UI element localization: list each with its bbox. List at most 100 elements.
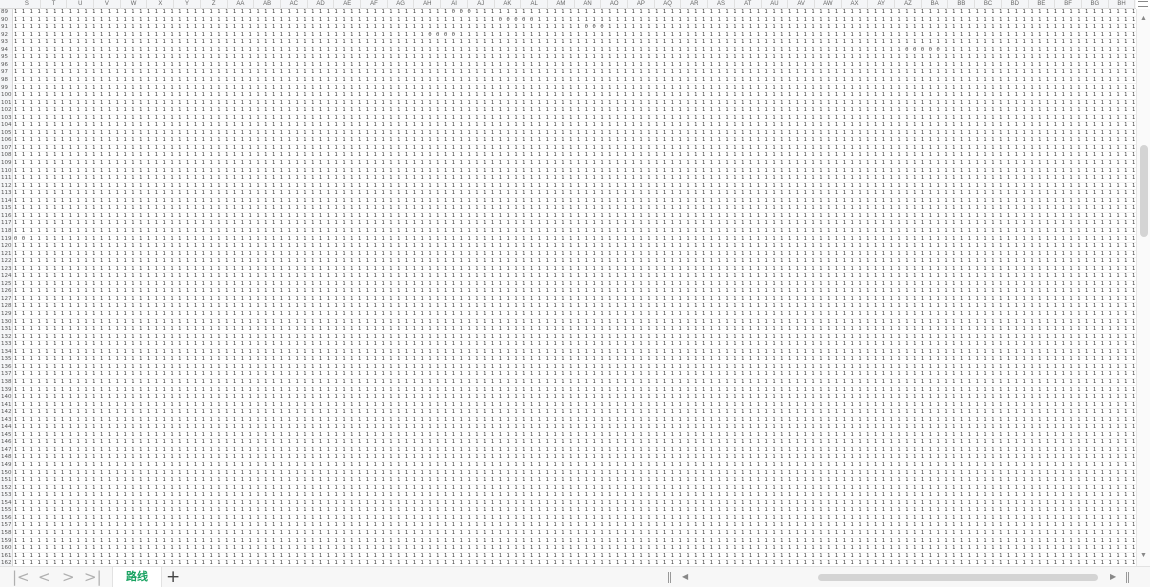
row-header[interactable]: 113 [0,190,13,198]
row-header[interactable]: 98 [0,77,13,85]
menu-icon[interactable] [1138,1,1148,7]
table-row[interactable]: 1 1 1 1 1 1 1 1 1 1 1 1 1 1 1 1 1 1 1 1 … [14,258,1136,266]
row-header[interactable]: 157 [0,522,13,530]
column-header[interactable]: AD [308,0,335,9]
table-row[interactable]: 1 1 1 1 1 1 1 1 1 1 1 1 1 1 1 1 1 1 1 1 … [14,266,1136,274]
vertical-scrollbar[interactable]: ▲ ▼ [1136,9,1150,566]
column-header[interactable]: AC [281,0,308,9]
table-row[interactable]: 1 1 1 1 1 1 1 1 1 1 1 1 1 1 1 1 1 1 1 1 … [14,462,1136,470]
row-header[interactable]: 116 [0,213,13,221]
row-header[interactable]: 161 [0,553,13,561]
column-header[interactable]: BC [975,0,1002,9]
table-row[interactable]: 0 0 1 1 1 1 1 1 1 1 1 1 1 1 1 1 1 1 1 1 … [14,236,1136,244]
table-row[interactable]: 1 1 1 1 1 1 1 1 1 1 1 1 1 1 1 1 1 1 1 1 … [14,402,1136,410]
table-row[interactable]: 1 1 1 1 1 1 1 1 1 1 1 1 1 1 1 1 1 1 1 1 … [14,470,1136,478]
table-row[interactable]: 1 1 1 1 1 1 1 1 1 1 1 1 1 1 1 1 1 1 1 1 … [14,349,1136,357]
table-row[interactable]: 1 1 1 1 1 1 1 1 1 1 1 1 1 1 1 1 1 1 1 1 … [14,47,1136,55]
row-header[interactable]: 143 [0,417,13,425]
row-header[interactable]: 94 [0,47,13,55]
row-header[interactable]: 154 [0,500,13,508]
row-header[interactable]: 138 [0,379,13,387]
table-row[interactable]: 1 1 1 1 1 1 1 1 1 1 1 1 1 1 1 1 1 1 1 1 … [14,334,1136,342]
column-header[interactable]: AO [601,0,629,9]
table-row[interactable]: 1 1 1 1 1 1 1 1 1 1 1 1 1 1 1 1 1 1 1 1 … [14,432,1136,440]
table-row[interactable]: 1 1 1 1 1 1 1 1 1 1 1 1 1 1 1 1 1 1 1 1 … [14,424,1136,432]
column-header[interactable]: Z [201,0,228,9]
column-header[interactable]: AF [361,0,388,9]
row-header[interactable]: 140 [0,394,13,402]
table-row[interactable]: 1 1 1 1 1 1 1 1 1 1 1 1 1 1 1 1 1 1 1 1 … [14,175,1136,183]
row-header[interactable]: 131 [0,326,13,334]
table-row[interactable]: 1 1 1 1 1 1 1 1 1 1 1 1 1 1 1 1 1 1 1 1 … [14,273,1136,281]
column-header[interactable]: BD [1002,0,1029,9]
vertical-scroll-thumb[interactable] [1140,145,1148,237]
row-header[interactable]: 160 [0,545,13,553]
table-row[interactable]: 1 1 1 1 1 1 1 1 1 1 1 1 1 1 1 1 1 1 1 1 … [14,32,1136,40]
row-header[interactable]: 141 [0,402,13,410]
row-header[interactable]: 152 [0,485,13,493]
table-row[interactable]: 1 1 1 1 1 1 1 1 1 1 1 1 1 1 1 1 1 1 1 1 … [14,220,1136,228]
row-header[interactable]: 124 [0,273,13,281]
table-row[interactable]: 1 1 1 1 1 1 1 1 1 1 1 1 1 1 1 1 1 1 1 1 … [14,553,1136,561]
table-row[interactable]: 1 1 1 1 1 1 1 1 1 1 1 1 1 1 1 1 1 1 1 1 … [14,92,1136,100]
scroll-up-icon[interactable]: ▲ [1140,15,1147,22]
scroll-right-icon[interactable]: ▶ [1110,571,1116,583]
table-row[interactable]: 1 1 1 1 1 1 1 1 1 1 1 1 1 1 1 1 1 1 1 1 … [14,130,1136,138]
row-header[interactable]: 158 [0,530,13,538]
column-header[interactable]: T [41,0,68,9]
table-row[interactable]: 1 1 1 1 1 1 1 1 1 1 1 1 1 1 1 1 1 1 1 1 … [14,243,1136,251]
row-header[interactable]: 125 [0,281,13,289]
row-header[interactable]: 90 [0,17,13,25]
row-header[interactable]: 97 [0,69,13,77]
table-row[interactable]: 1 1 1 1 1 1 1 1 1 1 1 1 1 1 1 1 1 1 1 1 … [14,454,1136,462]
row-header[interactable]: 132 [0,334,13,342]
row-header[interactable]: 115 [0,205,13,213]
column-header[interactable]: AT [735,0,762,9]
row-header[interactable]: 134 [0,349,13,357]
row-header[interactable]: 135 [0,356,13,364]
table-row[interactable]: 1 1 1 1 1 1 1 1 1 1 1 1 1 1 1 1 1 1 1 1 … [14,545,1136,553]
row-header[interactable]: 112 [0,183,13,191]
table-row[interactable]: 1 1 1 1 1 1 1 1 1 1 1 1 1 1 1 1 1 1 1 1 … [14,213,1136,221]
table-row[interactable]: 1 1 1 1 1 1 1 1 1 1 1 1 1 1 1 1 1 1 1 1 … [14,341,1136,349]
column-header[interactable]: AI [441,0,468,9]
table-row[interactable]: 1 1 1 1 1 1 1 1 1 1 1 1 1 1 1 1 1 1 1 1 … [14,364,1136,372]
row-header[interactable]: 110 [0,168,13,176]
table-row[interactable]: 1 1 1 1 1 1 1 1 1 1 1 1 1 1 1 1 1 1 1 1 … [14,190,1136,198]
table-row[interactable]: 1 1 1 1 1 1 1 1 1 1 1 1 1 1 1 1 1 1 1 1 … [14,24,1136,32]
column-header[interactable]: V [94,0,121,9]
table-row[interactable]: 1 1 1 1 1 1 1 1 1 1 1 1 1 1 1 1 1 1 1 1 … [14,538,1136,546]
column-header[interactable]: AY [868,0,896,9]
column-header[interactable]: BF [1055,0,1082,9]
column-header[interactable]: AP [628,0,655,9]
table-row[interactable]: 1 1 1 1 1 1 1 1 1 1 1 1 1 1 1 1 1 1 1 1 … [14,417,1136,425]
table-row[interactable]: 1 1 1 1 1 1 1 1 1 1 1 1 1 1 1 1 1 1 1 1 … [14,371,1136,379]
row-header[interactable]: 156 [0,515,13,523]
table-row[interactable]: 1 1 1 1 1 1 1 1 1 1 1 1 1 1 1 1 1 1 1 1 … [14,303,1136,311]
row-header[interactable]: 105 [0,130,13,138]
table-row[interactable]: 1 1 1 1 1 1 1 1 1 1 1 1 1 1 1 1 1 1 1 1 … [14,379,1136,387]
table-row[interactable]: 1 1 1 1 1 1 1 1 1 1 1 1 1 1 1 1 1 1 1 1 … [14,137,1136,145]
table-row[interactable]: 1 1 1 1 1 1 1 1 1 1 1 1 1 1 1 1 1 1 1 1 … [14,77,1136,85]
table-row[interactable]: 1 1 1 1 1 1 1 1 1 1 1 1 1 1 1 1 1 1 1 1 … [14,507,1136,515]
row-header[interactable]: 151 [0,477,13,485]
table-row[interactable]: 1 1 1 1 1 1 1 1 1 1 1 1 1 1 1 1 1 1 1 1 … [14,251,1136,259]
table-row[interactable]: 1 1 1 1 1 1 1 1 1 1 1 1 1 1 1 1 1 1 1 1 … [14,319,1136,327]
row-header[interactable]: 91 [0,24,13,32]
column-header[interactable]: AU [762,0,789,9]
table-row[interactable]: 1 1 1 1 1 1 1 1 1 1 1 1 1 1 1 1 1 1 1 1 … [14,17,1136,25]
row-header[interactable]: 95 [0,54,13,62]
row-header[interactable]: 103 [0,115,13,123]
scroll-down-icon[interactable]: ▼ [1140,552,1147,559]
table-row[interactable]: 1 1 1 1 1 1 1 1 1 1 1 1 1 1 1 1 1 1 1 1 … [14,281,1136,289]
row-header[interactable]: 123 [0,266,13,274]
table-row[interactable]: 1 1 1 1 1 1 1 1 1 1 1 1 1 1 1 1 1 1 1 1 … [14,311,1136,319]
table-row[interactable]: 1 1 1 1 1 1 1 1 1 1 1 1 1 1 1 1 1 1 1 1 … [14,409,1136,417]
row-header[interactable]: 120 [0,243,13,251]
row-header[interactable]: 126 [0,288,13,296]
table-row[interactable]: 1 1 1 1 1 1 1 1 1 1 1 1 1 1 1 1 1 1 1 1 … [14,228,1136,236]
row-header[interactable]: 159 [0,538,13,546]
table-row[interactable]: 1 1 1 1 1 1 1 1 1 1 1 1 1 1 1 1 1 1 1 1 … [14,100,1136,108]
column-header[interactable]: AS [708,0,735,9]
row-header[interactable]: 93 [0,39,13,47]
